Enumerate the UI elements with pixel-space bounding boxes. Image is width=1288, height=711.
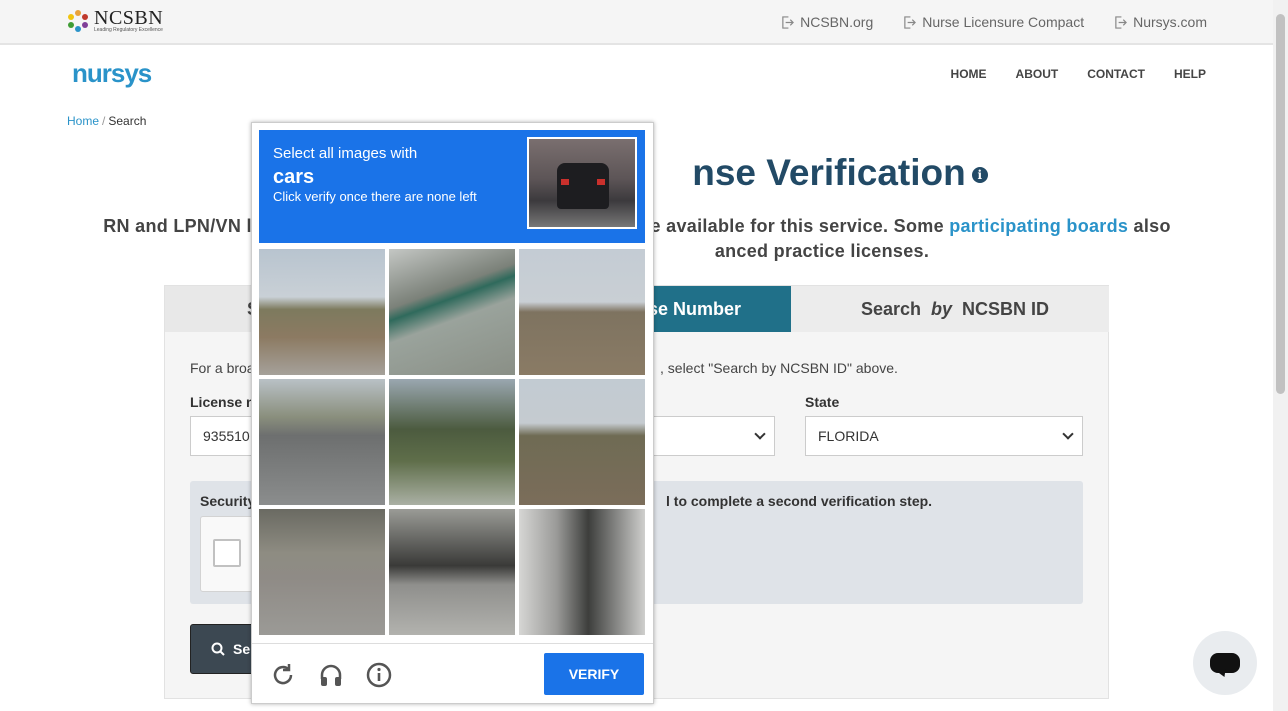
- intro-end: also: [1128, 216, 1171, 236]
- scrollbar-thumb[interactable]: [1276, 14, 1285, 394]
- scrollbar[interactable]: [1273, 0, 1288, 711]
- external-links: NCSBN.org Nurse Licensure Compact Nursys…: [781, 14, 1207, 30]
- captcha-tile-highway-road[interactable]: [259, 379, 385, 505]
- state-value: FLORIDA: [818, 428, 879, 444]
- breadcrumb-current: Search: [108, 114, 147, 128]
- captcha-tile-houses-street[interactable]: [259, 249, 385, 375]
- captcha-target: cars: [273, 166, 315, 188]
- nav-home[interactable]: HOME: [951, 67, 987, 81]
- chevron-down-icon: [754, 428, 766, 440]
- link-ncsbn-org[interactable]: NCSBN.org: [781, 14, 873, 30]
- verify-button[interactable]: VERIFY: [544, 653, 644, 695]
- main-nav: HOME ABOUT CONTACT HELP: [951, 67, 1206, 81]
- ncsbn-logo-mark: [67, 10, 89, 32]
- security-note: l to complete a second verification step…: [666, 493, 933, 509]
- link-label: Nurse Licensure Compact: [922, 14, 1085, 30]
- external-link-icon: [904, 15, 917, 29]
- ncsbn-tagline: Leading Regulatory Excellence: [94, 27, 163, 33]
- link-nurse-licensure-compact[interactable]: Nurse Licensure Compact: [903, 14, 1084, 30]
- captcha-tile-palm-trees[interactable]: [389, 379, 515, 505]
- breadcrumb: Home / Search: [67, 114, 147, 128]
- tab-label-prefix: Search: [860, 298, 926, 319]
- info-icon[interactable]: [365, 661, 393, 689]
- captcha-tile-dirt-lot[interactable]: [519, 249, 645, 375]
- state-select[interactable]: FLORIDA: [805, 416, 1083, 456]
- breadcrumb-home[interactable]: Home: [67, 114, 99, 128]
- captcha-instruction: Select all images with: [273, 145, 418, 162]
- captcha-tile-overpass-field[interactable]: [519, 379, 645, 505]
- help-right: , select "Search by NCSBN ID" above.: [660, 360, 898, 376]
- intro-line2: anced practice licenses.: [714, 241, 930, 261]
- headphones-icon[interactable]: [317, 661, 345, 689]
- tab-search-by-ncsbn-id[interactable]: Search by NCSBN ID: [801, 286, 1109, 332]
- link-label: Nursys.com: [1133, 14, 1207, 30]
- nav-help[interactable]: HELP: [1174, 67, 1206, 81]
- captcha-header: Select all images with cars Click verify…: [259, 130, 645, 243]
- security-label: Security: [200, 493, 256, 509]
- info-icon[interactable]: i: [971, 167, 988, 184]
- nursys-logo[interactable]: nursys: [72, 58, 152, 89]
- ncsbn-wordmark: NCSBN: [94, 7, 164, 29]
- captcha-subtext: Click verify once there are none left: [273, 189, 477, 204]
- tab-label-suffix: NCSBN ID: [957, 298, 1050, 319]
- license-number-value: 935510: [203, 428, 250, 444]
- link-nursys-com[interactable]: Nursys.com: [1114, 14, 1207, 30]
- recaptcha-checkbox[interactable]: [213, 539, 241, 567]
- participating-boards-link[interactable]: participating boards: [949, 216, 1128, 236]
- reload-icon[interactable]: [269, 661, 297, 689]
- captcha-tile-street-under-bridge[interactable]: [259, 509, 385, 635]
- captcha-tile-motorcycles-snow[interactable]: [519, 509, 645, 635]
- external-link-icon: [782, 15, 795, 29]
- search-button-label: Se: [233, 641, 251, 657]
- tail-light: [597, 179, 605, 185]
- help-left: For a broa: [190, 360, 255, 376]
- captcha-tile-highway-truck[interactable]: [389, 509, 515, 635]
- state-label: State: [805, 394, 840, 410]
- recaptcha-challenge: Select all images with cars Click verify…: [251, 122, 654, 704]
- external-link-icon: [1115, 15, 1128, 29]
- link-label: NCSBN.org: [800, 14, 874, 30]
- ncsbn-logo[interactable]: NCSBN Leading Regulatory Excellence: [67, 7, 164, 33]
- captcha-footer: VERIFY: [252, 643, 653, 703]
- intro-right: re available for this service. Some: [643, 216, 950, 236]
- car-silhouette: [557, 163, 609, 209]
- top-bar: NCSBN Leading Regulatory Excellence NCSB…: [0, 0, 1273, 45]
- captcha-tile-overpass[interactable]: [389, 249, 515, 375]
- license-number-label: License n: [190, 394, 255, 410]
- search-icon: [211, 642, 225, 656]
- nav-about[interactable]: ABOUT: [1016, 67, 1059, 81]
- page-title-text: nse Verification: [692, 152, 966, 193]
- nav-contact[interactable]: CONTACT: [1087, 67, 1145, 81]
- tail-light: [561, 179, 569, 185]
- chevron-down-icon: [1062, 428, 1074, 440]
- captcha-sample-image: [527, 137, 637, 229]
- captcha-grid: [259, 249, 645, 635]
- tab-label-by: by: [931, 298, 953, 319]
- chat-button[interactable]: [1193, 631, 1257, 695]
- chat-icon-tail: [1213, 669, 1229, 677]
